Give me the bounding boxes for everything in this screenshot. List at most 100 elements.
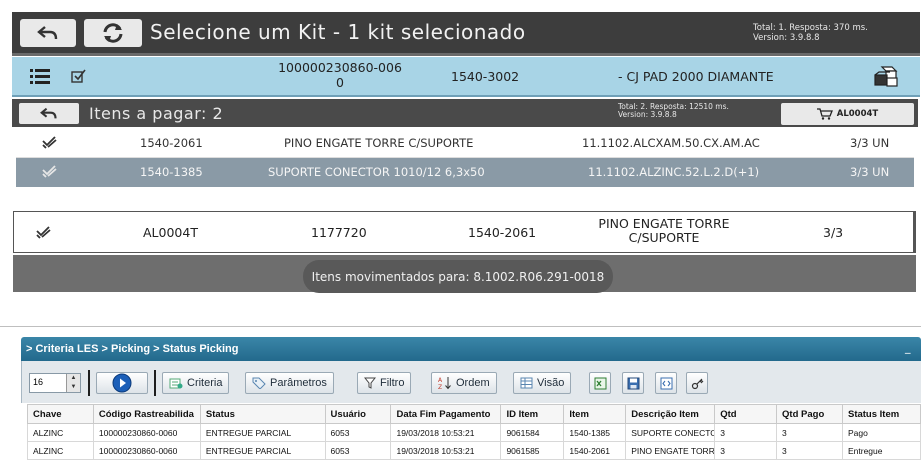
checkbox-checked-icon[interactable] — [71, 68, 87, 87]
export-excel-button[interactable] — [589, 372, 611, 394]
key-icon — [691, 378, 703, 389]
cart-button[interactable]: AL0004T — [781, 103, 914, 125]
double-check-icon[interactable] — [42, 164, 58, 181]
filtro-label: Filtro — [380, 377, 405, 389]
page-title: Selecione um Kit - 1 kit selecionado — [150, 20, 526, 44]
items-title: Itens a pagar: 2 — [89, 104, 224, 123]
cell-usuario: 6053 — [324, 423, 392, 442]
kit-part: 1540-3002 — [451, 69, 520, 84]
moved-cart: AL0004T — [143, 225, 198, 240]
page-size-input[interactable]: 16 ▲ ▼ — [29, 373, 81, 393]
divider — [0, 326, 921, 327]
cell-data: 19/03/2018 10:53:21 — [390, 423, 502, 442]
item-description: SUPORTE CONECTOR 1010/12 6,3x50 — [268, 165, 485, 179]
kit-description: - CJ PAD 2000 DIAMANTE — [618, 69, 774, 84]
cell-codigo: 100000230860-0060 — [92, 441, 201, 460]
item-part: 1540-1385 — [140, 165, 203, 179]
column-header[interactable]: Descrição Item — [625, 404, 716, 424]
refresh-icon — [103, 23, 123, 43]
column-header[interactable]: Data Fim Pagamento — [390, 404, 502, 424]
menu-icon[interactable] — [30, 68, 50, 88]
column-header[interactable]: Status — [199, 404, 326, 424]
kit-code-line2: 0 — [336, 75, 344, 90]
cell-qtd-pago: 3 — [776, 423, 843, 442]
svg-text:A: A — [438, 377, 443, 384]
cell-descricao: PINO ENGATE TORRE C/SUPORTE — [625, 441, 716, 460]
breadcrumb: > Criteria LES > Picking > Status Pickin… — [26, 343, 239, 355]
cell-usuario: 6053 — [324, 441, 392, 460]
cell-status-item: Entregue — [841, 441, 921, 460]
minimize-button[interactable]: _ — [905, 341, 911, 354]
stats-total: Total: 1. Resposta: 370 ms. — [753, 23, 868, 33]
cell-item: 1540-1385 — [563, 423, 627, 442]
ordem-label: Ordem — [456, 377, 490, 389]
refresh-button[interactable] — [84, 19, 142, 47]
table-row[interactable]: ALZINC 100000230860-0060 ENTREGUE PARCIA… — [27, 423, 921, 442]
cell-qtd-pago: 3 — [776, 441, 843, 460]
moved-code: 1177720 — [311, 225, 367, 240]
save-icon — [627, 377, 639, 389]
boxes-icon[interactable] — [872, 65, 900, 91]
code-icon — [660, 377, 672, 389]
filtro-button[interactable]: Filtro — [357, 372, 412, 394]
item-row-selected[interactable]: 1540-1385 SUPORTE CONECTOR 1010/12 6,3x5… — [16, 158, 914, 187]
toolbar-separator — [88, 370, 90, 396]
page-size-value: 16 — [33, 377, 44, 387]
visao-button[interactable]: Visão — [513, 372, 572, 394]
table-row[interactable]: ALZINC 100000230860-0060 ENTREGUE PARCIA… — [27, 441, 921, 460]
column-header[interactable]: ID Item — [500, 404, 565, 424]
grid-header-row: Chave Código Rastreabilida Status Usuári… — [27, 404, 921, 424]
grid-view-icon — [520, 377, 533, 389]
column-header[interactable]: Chave — [27, 404, 94, 424]
item-part: 1540-2061 — [140, 136, 203, 150]
grid-table: Chave Código Rastreabilida Status Usuári… — [27, 404, 921, 460]
visao-label: Visão — [537, 377, 565, 389]
cell-qtd: 3 — [714, 441, 778, 460]
items-back-button[interactable] — [19, 103, 79, 124]
moved-description-line2: C/SUPORTE — [628, 230, 700, 245]
cell-status: ENTREGUE PARCIAL — [199, 441, 326, 460]
cell-status: ENTREGUE PARCIAL — [199, 423, 326, 442]
back-button[interactable] — [20, 19, 76, 47]
cart-icon — [816, 108, 833, 120]
save-button[interactable] — [622, 372, 644, 394]
criteria-button[interactable]: Criteria — [162, 372, 230, 394]
key-button[interactable] — [686, 372, 708, 394]
status-picking-grid: Chave Código Rastreabilida Status Usuári… — [27, 404, 921, 460]
back-arrow-icon — [40, 107, 57, 119]
double-check-icon[interactable] — [36, 225, 52, 242]
moved-part: 1540-2061 — [468, 225, 537, 240]
ordem-button[interactable]: A Z Ordem — [431, 372, 497, 394]
column-header[interactable]: Qtd Pago — [776, 404, 843, 424]
toolbar-separator — [154, 370, 156, 396]
excel-icon — [594, 377, 606, 389]
column-header[interactable]: Usuário — [324, 404, 392, 424]
parametros-button[interactable]: Parâmetros — [245, 372, 334, 394]
moved-item-row[interactable]: AL0004T 1177720 1540-2061 PINO ENGATE TO… — [13, 211, 916, 253]
cell-data: 19/03/2018 10:53:21 — [390, 441, 502, 460]
item-location: 11.1102.ALCXAM.50.CX.AM.AC — [582, 136, 760, 150]
cell-qtd: 3 — [714, 423, 778, 442]
items-stats-version: Version: 3.9.8.8 — [618, 110, 677, 119]
cell-codigo: 100000230860-0060 — [92, 423, 201, 442]
moved-description: PINO ENGATE TORRE C/SUPORTE — [589, 217, 739, 245]
column-header[interactable]: Status Item — [841, 404, 921, 424]
cell-id-item: 9061584 — [500, 423, 565, 442]
run-button[interactable] — [96, 372, 148, 394]
column-header[interactable]: Item — [563, 404, 627, 424]
item-qty: 3/3 UN — [850, 136, 890, 150]
code-button[interactable] — [655, 372, 677, 394]
cart-label: AL0004T — [836, 109, 879, 119]
svg-text:Z: Z — [438, 384, 442, 390]
back-arrow-icon — [37, 26, 58, 40]
double-check-icon[interactable] — [42, 135, 58, 152]
item-location: 11.1102.ALZINC.52.L.2.D(+1) — [588, 165, 760, 179]
page-size-stepper[interactable]: ▲ ▼ — [66, 374, 80, 392]
column-header[interactable]: Qtd — [714, 404, 778, 424]
filter-icon — [364, 377, 376, 389]
stats-version: Version: 3.9.8.8 — [753, 33, 820, 43]
column-header[interactable]: Código Rastreabilida — [92, 404, 201, 424]
criteria-icon — [169, 378, 183, 389]
item-description: PINO ENGATE TORRE C/SUPORTE — [284, 136, 474, 150]
item-row[interactable]: 1540-2061 PINO ENGATE TORRE C/SUPORTE 11… — [16, 129, 914, 158]
